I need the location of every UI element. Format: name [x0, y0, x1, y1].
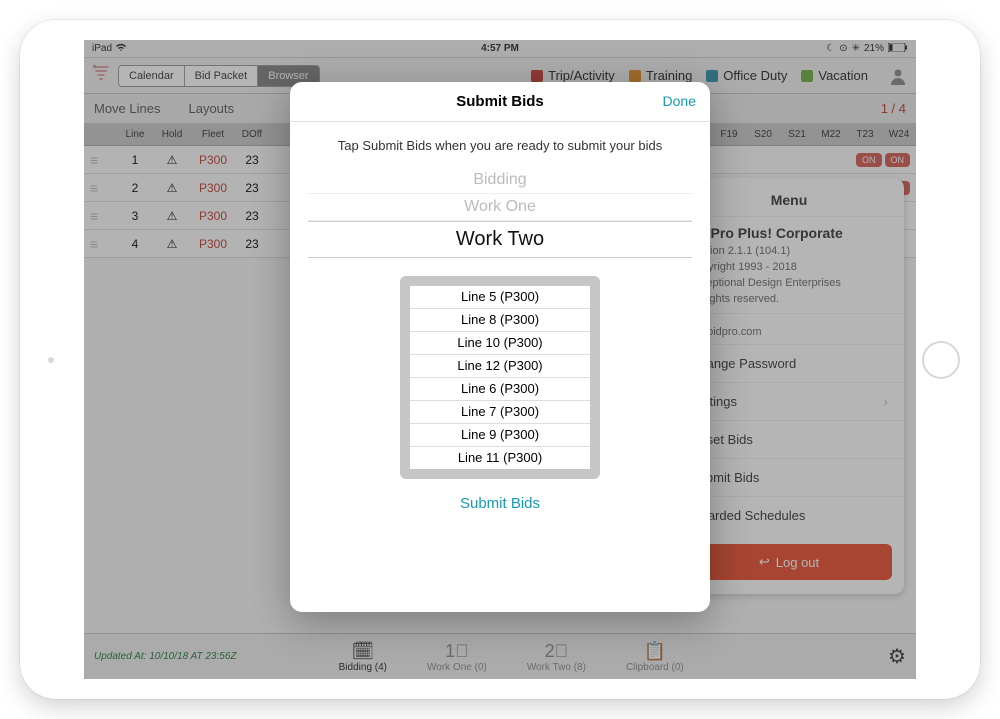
camera-dot — [48, 357, 54, 363]
bid-lines-list: Line 5 (P300) Line 8 (P300) Line 10 (P30… — [400, 276, 600, 479]
list-item: Line 6 (P300) — [410, 378, 590, 401]
modal-hint: Tap Submit Bids when you are ready to su… — [328, 134, 672, 167]
modal-title: Submit Bids — [302, 93, 698, 110]
work-picker[interactable]: Bidding Work One Work Two — [308, 167, 692, 258]
submit-bids-button[interactable]: Submit Bids — [460, 479, 540, 518]
modal-header: Submit Bids Done — [290, 82, 710, 122]
list-item: Line 10 (P300) — [410, 332, 590, 355]
submit-bids-modal: Submit Bids Done Tap Submit Bids when yo… — [290, 82, 710, 612]
done-button[interactable]: Done — [663, 93, 696, 109]
picker-option[interactable]: Bidding — [308, 167, 692, 194]
list-item: Line 7 (P300) — [410, 401, 590, 424]
list-item: Line 11 (P300) — [410, 447, 590, 469]
picker-option-selected[interactable]: Work Two — [308, 221, 692, 258]
screen: iPad 4:57 PM ☾ ⊙ ✳ 21% Calend — [84, 40, 916, 679]
ipad-frame: iPad 4:57 PM ☾ ⊙ ✳ 21% Calend — [20, 20, 980, 699]
list-item: Line 12 (P300) — [410, 355, 590, 378]
home-button[interactable] — [922, 341, 960, 379]
picker-option[interactable]: Work One — [308, 194, 692, 221]
list-item: Line 8 (P300) — [410, 309, 590, 332]
list-item: Line 9 (P300) — [410, 424, 590, 447]
list-item: Line 5 (P300) — [410, 286, 590, 309]
